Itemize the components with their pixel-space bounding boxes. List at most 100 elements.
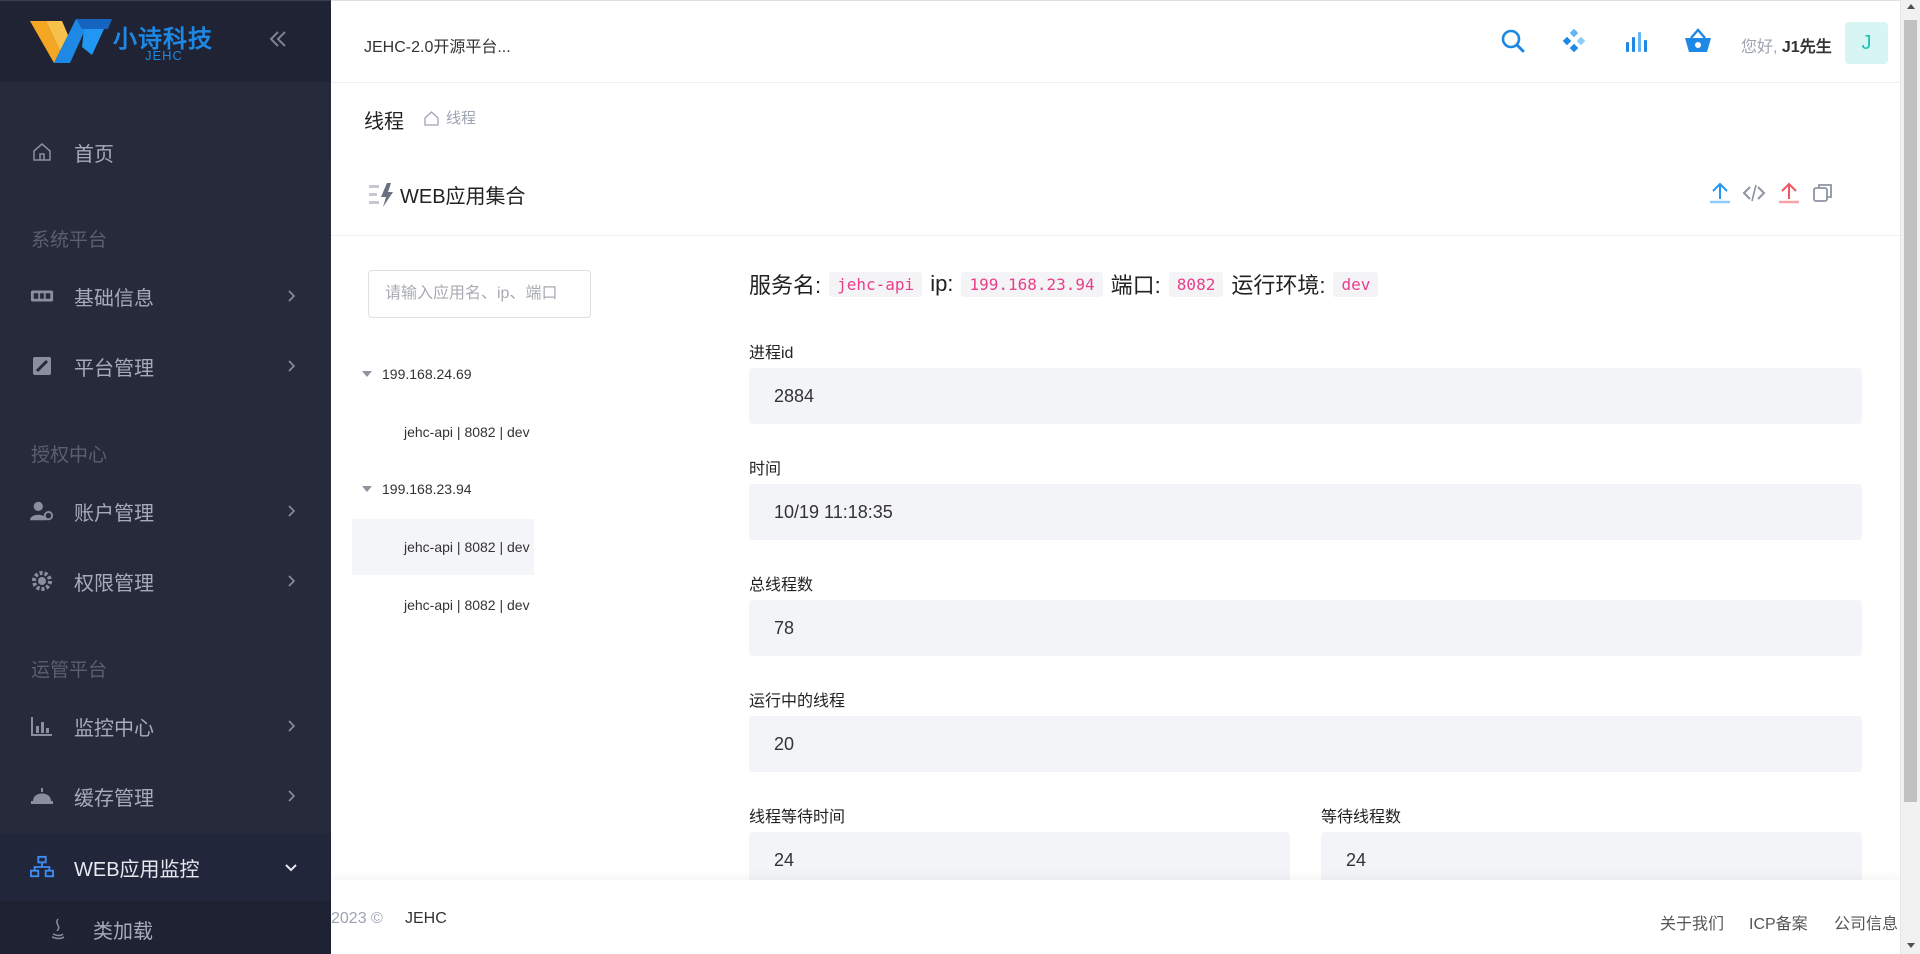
- breadcrumb: 线程: [423, 107, 476, 128]
- pid-field[interactable]: 2884: [749, 368, 1862, 424]
- sidebar-section-ops: 运管平台: [31, 660, 108, 681]
- pid-label: 进程id: [749, 345, 794, 362]
- basket-icon[interactable]: [1682, 25, 1714, 57]
- sidebar-item-label: 账户管理: [74, 502, 154, 525]
- scroll-up-arrow-icon[interactable]: [1907, 4, 1915, 9]
- sidebar-logo-area: 小诗科技 JEHC: [0, 0, 331, 82]
- port-value: 8082: [1168, 271, 1224, 297]
- database-icon: [30, 784, 54, 808]
- sidebar-item-label: 首页: [74, 143, 114, 166]
- chevron-right-icon: [288, 360, 296, 372]
- caret-down-icon: [362, 371, 372, 377]
- network-icon: [30, 855, 54, 879]
- tree-node-ip[interactable]: 199.168.23.94: [362, 481, 472, 497]
- tree-leaf-selected[interactable]: jehc-api | 8082 | dev: [352, 519, 534, 575]
- tree-node-label: 199.168.24.69: [382, 366, 472, 382]
- sidebar-item-label: 权限管理: [74, 572, 154, 595]
- total-threads-label: 总线程数: [749, 577, 814, 594]
- sidebar-item-cache[interactable]: 缓存管理: [0, 764, 331, 828]
- tree-node-label: 199.168.23.94: [382, 481, 472, 497]
- sidebar: 小诗科技 JEHC 首页 系统平台 基础信息 平台管理 授权中心 账户管理 权限…: [0, 0, 331, 954]
- brand-sub: JEHC: [145, 48, 183, 63]
- footer: 2023 © JEHC 关于我们 ICP备案 公司信息: [331, 880, 1900, 954]
- port-label: 端口:: [1110, 273, 1161, 298]
- search-icon[interactable]: [1497, 25, 1529, 57]
- bar-chart-icon[interactable]: [1620, 25, 1652, 57]
- home-icon: [424, 110, 439, 126]
- service-value: jehc-api: [829, 271, 923, 297]
- env-label: 运行环境:: [1231, 273, 1326, 298]
- tools-icon: [30, 354, 54, 378]
- tree-leaf[interactable]: jehc-api | 8082 | dev: [352, 577, 534, 633]
- sidebar-item-web-monitor[interactable]: WEB应用监控: [0, 833, 331, 901]
- card-title: WEB应用集合: [400, 186, 526, 208]
- lightning-list-icon: [369, 183, 393, 207]
- bar-chart-icon: [30, 714, 54, 738]
- sidebar-item-home[interactable]: 首页: [0, 120, 331, 184]
- tree-node-ip[interactable]: 199.168.24.69: [362, 366, 472, 382]
- export-icon[interactable]: [1776, 180, 1802, 206]
- tree-leaf[interactable]: jehc-api | 8082 | dev: [352, 404, 534, 460]
- brand-logo-icon: [30, 19, 112, 63]
- top-bar: JEHC-2.0开源平台... 您好, J1先生 J: [331, 0, 1900, 83]
- app-title[interactable]: JEHC-2.0开源平台...: [364, 33, 511, 57]
- collapse-sidebar-icon[interactable]: [264, 27, 292, 55]
- card-header: WEB应用集合: [331, 150, 1900, 236]
- chevron-right-icon: [288, 720, 296, 732]
- page-title: 线程: [364, 111, 404, 133]
- avatar[interactable]: J: [1845, 22, 1888, 64]
- footer-link-icp[interactable]: ICP备案: [1749, 910, 1808, 934]
- service-label: 服务名:: [749, 273, 822, 298]
- sidebar-item-platform[interactable]: 平台管理: [0, 334, 331, 398]
- upload-icon[interactable]: [1707, 180, 1733, 206]
- breadcrumb-item[interactable]: 线程: [446, 107, 476, 128]
- copy-icon[interactable]: [1810, 180, 1836, 206]
- footer-link-company[interactable]: 公司信息: [1834, 910, 1898, 934]
- scroll-down-arrow-icon[interactable]: [1907, 943, 1915, 948]
- sidebar-item-label: 平台管理: [74, 357, 154, 380]
- footer-brand[interactable]: JEHC: [405, 910, 447, 928]
- sidebar-item-label: 监控中心: [74, 717, 154, 740]
- apps-icon[interactable]: [1558, 25, 1590, 57]
- caret-down-icon: [362, 486, 372, 492]
- chevron-right-icon: [288, 575, 296, 587]
- chevron-right-icon: [288, 290, 296, 302]
- sidebar-section-system: 系统平台: [31, 230, 108, 251]
- sidebar-section-auth: 授权中心: [31, 445, 108, 466]
- thread-wait-time-label: 线程等待时间: [749, 809, 846, 826]
- cog-icon: [30, 569, 54, 593]
- sidebar-subitem-classload[interactable]: 类加载: [0, 901, 331, 954]
- sidebar-item-label: WEB应用监控: [74, 858, 200, 881]
- scrollbar-thumb[interactable]: [1904, 20, 1917, 802]
- sidebar-item-basic-info[interactable]: 基础信息: [0, 264, 331, 328]
- java-icon: [46, 917, 70, 941]
- running-threads-label: 运行中的线程: [749, 693, 846, 710]
- sidebar-item-accounts[interactable]: 账户管理: [0, 479, 331, 543]
- sidebar-item-permissions[interactable]: 权限管理: [0, 549, 331, 613]
- sidebar-item-label: 缓存管理: [74, 787, 154, 810]
- ip-label: ip:: [930, 271, 954, 296]
- chevron-right-icon: [288, 505, 296, 517]
- app-info-line: 服务名: jehc-api ip: 199.168.23.94 端口: 8082…: [749, 266, 1386, 302]
- ip-value: 199.168.23.94: [961, 271, 1103, 297]
- code-icon[interactable]: [1741, 180, 1767, 206]
- chevron-right-icon: [288, 790, 296, 802]
- user-name: J1先生: [1781, 39, 1832, 56]
- footer-link-about[interactable]: 关于我们: [1660, 910, 1724, 934]
- scrollbar[interactable]: [1900, 0, 1920, 954]
- user-greeting: 您好, J1先生: [1741, 39, 1832, 56]
- chevron-down-icon: [285, 864, 297, 872]
- total-threads-field[interactable]: 78: [749, 600, 1862, 656]
- sidebar-subitem-label: 类加载: [93, 920, 153, 943]
- sidebar-item-monitor[interactable]: 监控中心: [0, 694, 331, 758]
- search-input[interactable]: [368, 270, 591, 318]
- running-threads-field[interactable]: 20: [749, 716, 1862, 772]
- copyright: 2023 ©: [331, 910, 383, 927]
- home-icon: [30, 140, 54, 164]
- time-label: 时间: [749, 461, 782, 478]
- sidebar-item-label: 基础信息: [74, 287, 154, 310]
- env-value: dev: [1333, 271, 1379, 297]
- time-field[interactable]: 10/19 11:18:35: [749, 484, 1862, 540]
- waiting-threads-label: 等待线程数: [1321, 809, 1402, 826]
- id-card-icon: [30, 284, 54, 308]
